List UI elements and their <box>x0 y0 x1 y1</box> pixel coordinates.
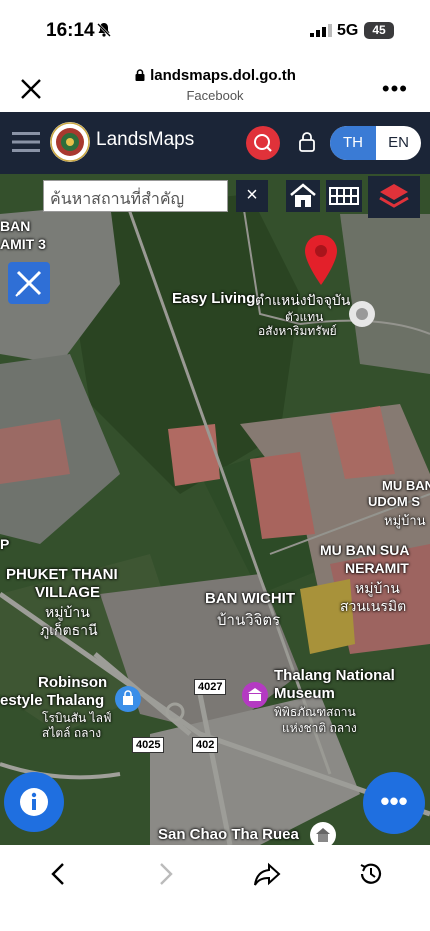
road-shield-4027: 4027 <box>194 679 227 695</box>
label-village: VILLAGE <box>35 584 101 601</box>
clear-search-button[interactable]: × <box>236 180 268 212</box>
label-amit3: AMIT 3 <box>0 236 46 252</box>
grid-icon <box>329 187 359 205</box>
grid-button[interactable] <box>326 180 362 212</box>
label-thalang-museum: Thalang National <box>274 667 395 684</box>
layers-button[interactable] <box>368 176 420 218</box>
road-shield-4025: 4025 <box>132 737 165 753</box>
home-button[interactable] <box>286 180 320 212</box>
label-neramit-th2: สวนเนรมิต <box>340 598 407 614</box>
browser-bar: landsmaps.dol.go.th Facebook ••• <box>0 62 430 112</box>
browser-bottom-bar <box>0 845 430 931</box>
lang-th-button[interactable]: TH <box>330 126 376 160</box>
source-label: Facebook <box>186 88 244 103</box>
app-header: LandsMaps TH EN <box>0 112 430 174</box>
network-type: 5G <box>337 22 359 39</box>
label-realestate-th: อสังหาริมทรัพย์ <box>258 324 337 338</box>
layers-icon <box>379 184 409 208</box>
info-button[interactable] <box>4 772 64 832</box>
label-mu-ban-udom: MU BAN <box>382 478 430 493</box>
lock-icon <box>135 69 145 81</box>
label-village-th2: ภูเก็ตธานี <box>40 622 98 638</box>
home-icon <box>290 183 316 207</box>
label-neramit: NERAMIT <box>345 560 409 576</box>
battery-icon: 45 <box>364 22 394 39</box>
more-options-button[interactable]: ••• <box>363 772 425 834</box>
search-button[interactable] <box>246 126 280 160</box>
location-circle-icon[interactable] <box>349 301 375 327</box>
label-side-p: P <box>0 536 10 552</box>
status-time: 16:14 <box>46 20 95 41</box>
label-ban-wichit: BAN WICHIT <box>205 590 295 607</box>
more-menu-button[interactable]: ••• <box>382 76 408 102</box>
back-icon[interactable] <box>44 859 74 889</box>
lock-icon[interactable] <box>298 132 316 152</box>
location-pin-icon[interactable] <box>302 233 340 287</box>
lang-en-button[interactable]: EN <box>376 126 421 160</box>
label-lifestyle: estyle Thalang <box>0 692 105 709</box>
museum-icon[interactable] <box>242 682 268 708</box>
history-icon[interactable] <box>356 859 386 889</box>
app-brand: LandsMaps <box>96 129 195 150</box>
label-phuket-thani: PHUKET THANI <box>6 566 118 583</box>
bell-muted-icon <box>97 23 111 37</box>
search-icon <box>254 134 272 152</box>
url-display[interactable]: landsmaps.dol.go.th <box>0 67 430 84</box>
forward-icon[interactable] <box>150 859 180 889</box>
language-toggle: TH EN <box>330 126 421 160</box>
map-canvas[interactable]: BAN AMIT 3 Easy Living ตำแหน่งปัจจุบัน ต… <box>0 174 430 845</box>
url-text: landsmaps.dol.go.th <box>150 67 296 84</box>
signal-icon <box>310 24 332 37</box>
label-ban-wichit-th: บ้านวิจิตร <box>217 612 281 629</box>
info-icon <box>20 788 48 816</box>
status-bar: 16:14 5G 45 <box>0 0 430 62</box>
share-icon[interactable] <box>252 859 282 889</box>
label-museum-th2: แห่งชาติ ถลาง <box>282 721 357 735</box>
shopping-bag-icon[interactable] <box>115 686 141 712</box>
label-easy-living: Easy Living <box>172 290 256 307</box>
measure-button[interactable] <box>8 262 50 304</box>
road-shield-402: 402 <box>192 737 219 753</box>
label-san-chao: San Chao Tha Ruea <box>158 826 299 843</box>
label-robinson-th2: สไตล์ ถลาง <box>42 726 102 740</box>
place-search-input[interactable]: ค้นหาสถานที่สำคัญ <box>43 180 228 212</box>
shrine-icon[interactable] <box>310 822 336 845</box>
label-udom-s: UDOM S <box>368 494 420 509</box>
ruler-pencil-icon <box>15 270 42 297</box>
label-udom-th: หมู่บ้าน <box>384 513 426 528</box>
menu-icon[interactable] <box>12 130 40 154</box>
label-mu-ban-sua: MU BAN SUA <box>320 542 410 558</box>
label-robinson: Robinson <box>38 674 108 691</box>
label-ban: BAN <box>0 218 31 234</box>
label-museum: Museum <box>274 685 335 702</box>
dol-logo <box>50 122 90 162</box>
